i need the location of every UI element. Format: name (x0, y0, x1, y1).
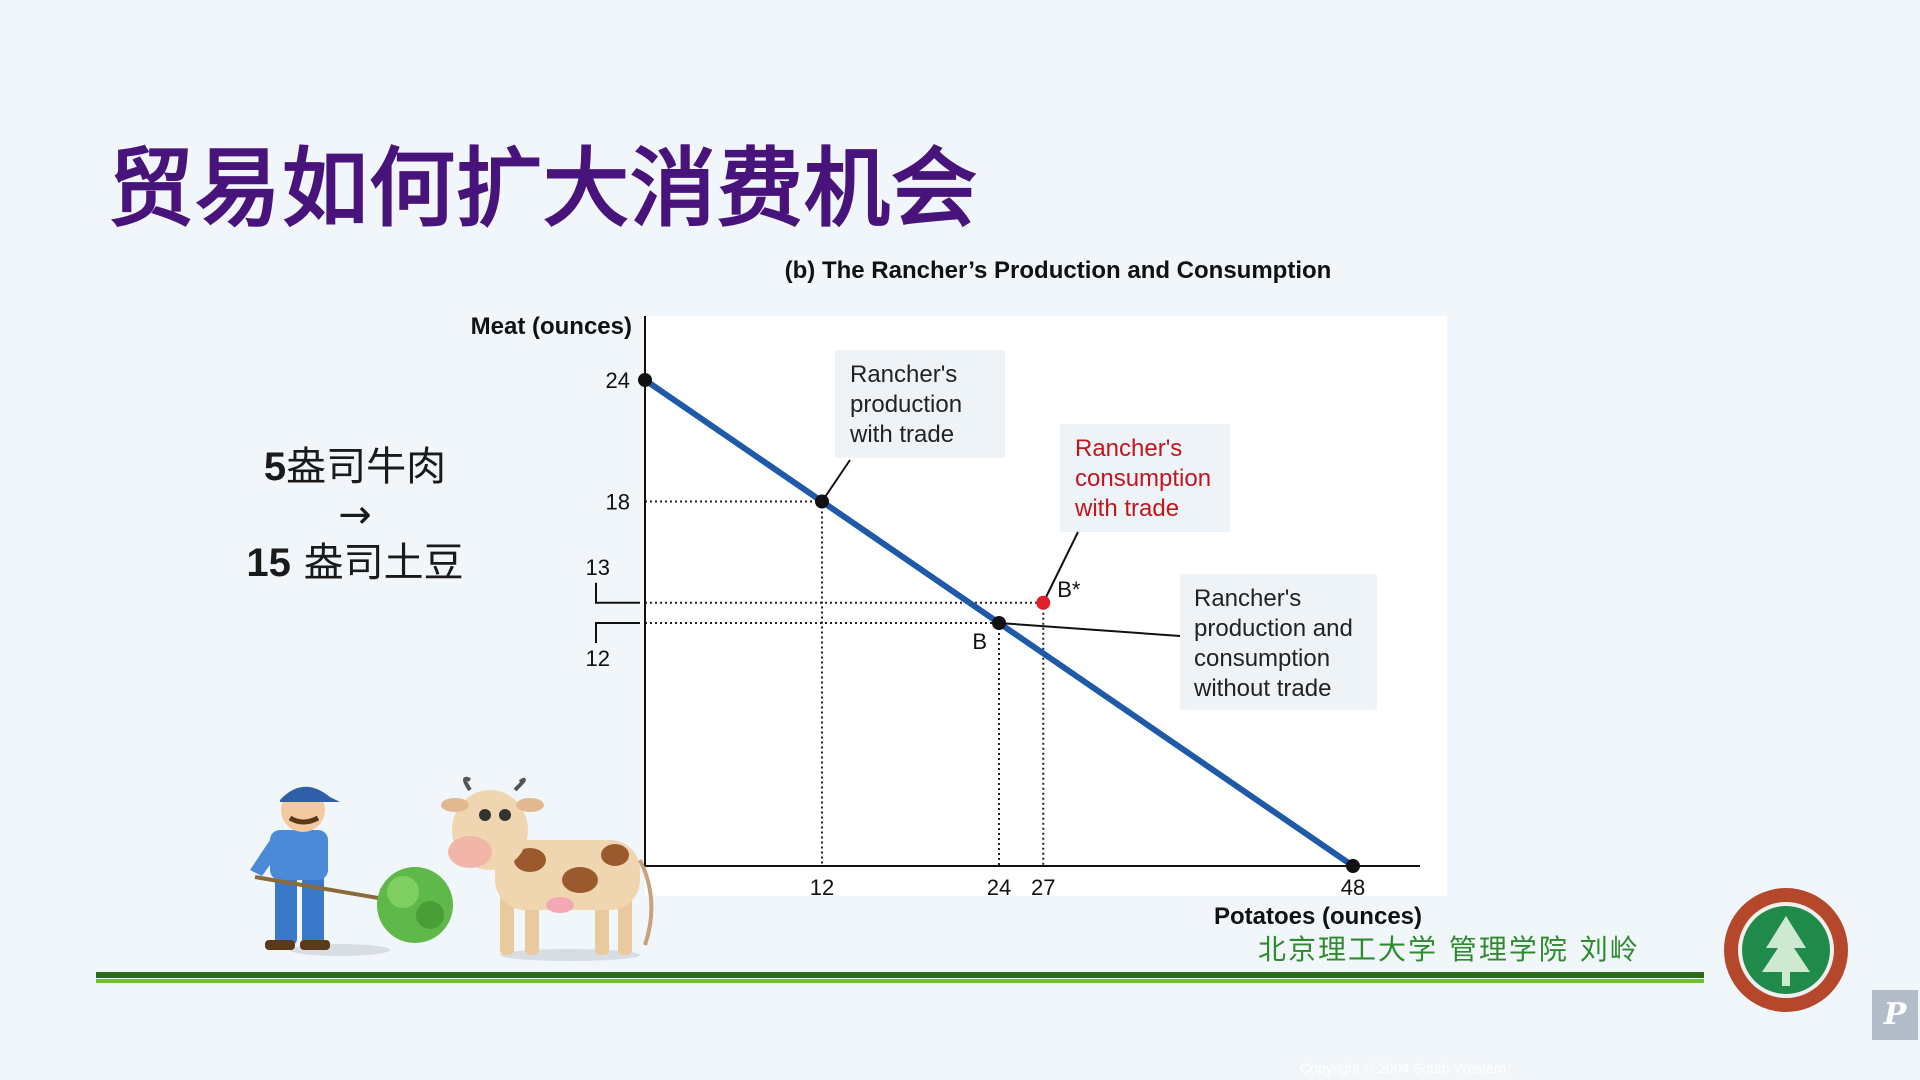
chart-title: (b) The Rancher’s Production and Consump… (785, 257, 1332, 284)
school-name: 北京理工大学 管理学院 刘岭 (1258, 933, 1640, 966)
callout-text-2-0: Rancher's (1194, 585, 1301, 612)
farmer-illustration (250, 786, 453, 956)
callout-text-2-2: consumption (1194, 645, 1330, 672)
callout-text-1-2: with trade (1074, 495, 1179, 522)
callout-text-2-1: production and (1194, 615, 1353, 642)
data-point-2 (992, 616, 1006, 630)
x-tick-label-3: 48 (1341, 875, 1365, 900)
y-tick-label-0: 24 (606, 368, 630, 393)
callout-text-2-3: without trade (1193, 675, 1331, 702)
x-tick-label-2: 27 (1031, 875, 1055, 900)
footer-divider-accent (96, 979, 1704, 983)
y-tick-label-3: 12 (586, 646, 610, 671)
y-axis-label: Meat (ounces) (471, 313, 632, 340)
x-axis-label: Potatoes (ounces) (1214, 903, 1422, 930)
callout-text-0-2: with trade (849, 421, 954, 448)
callout-text-1-0: Rancher's (1075, 435, 1182, 462)
copyright-notice: Copyright © 2004 South-Western (1300, 1060, 1507, 1076)
x-tick-label-1: 24 (987, 875, 1011, 900)
rancher-chart: (b) The Rancher’s Production and Consump… (250, 257, 1447, 961)
callout-text-1-1: consumption (1075, 465, 1211, 492)
callout-text-0-0: Rancher's (850, 361, 957, 388)
callout-text-0-1: production (850, 391, 962, 418)
y-tick-label-2: 13 (586, 555, 610, 580)
data-point-0 (638, 373, 652, 387)
presentation-app-icon[interactable]: P (1872, 990, 1918, 1040)
y-tick-label-1: 18 (606, 490, 630, 515)
university-emblem-icon (1724, 888, 1848, 1012)
data-point-4 (1346, 859, 1360, 873)
data-point-1 (815, 494, 829, 509)
y-tick-bracket-3 (595, 622, 640, 643)
point-label-3: B* (1057, 577, 1081, 602)
footer-divider (96, 972, 1704, 978)
x-tick-label-0: 12 (810, 875, 834, 900)
point-label-2: B (972, 629, 987, 654)
y-tick-bracket-2 (595, 582, 640, 604)
data-point-3 (1036, 595, 1051, 610)
cow-illustration (441, 776, 654, 961)
